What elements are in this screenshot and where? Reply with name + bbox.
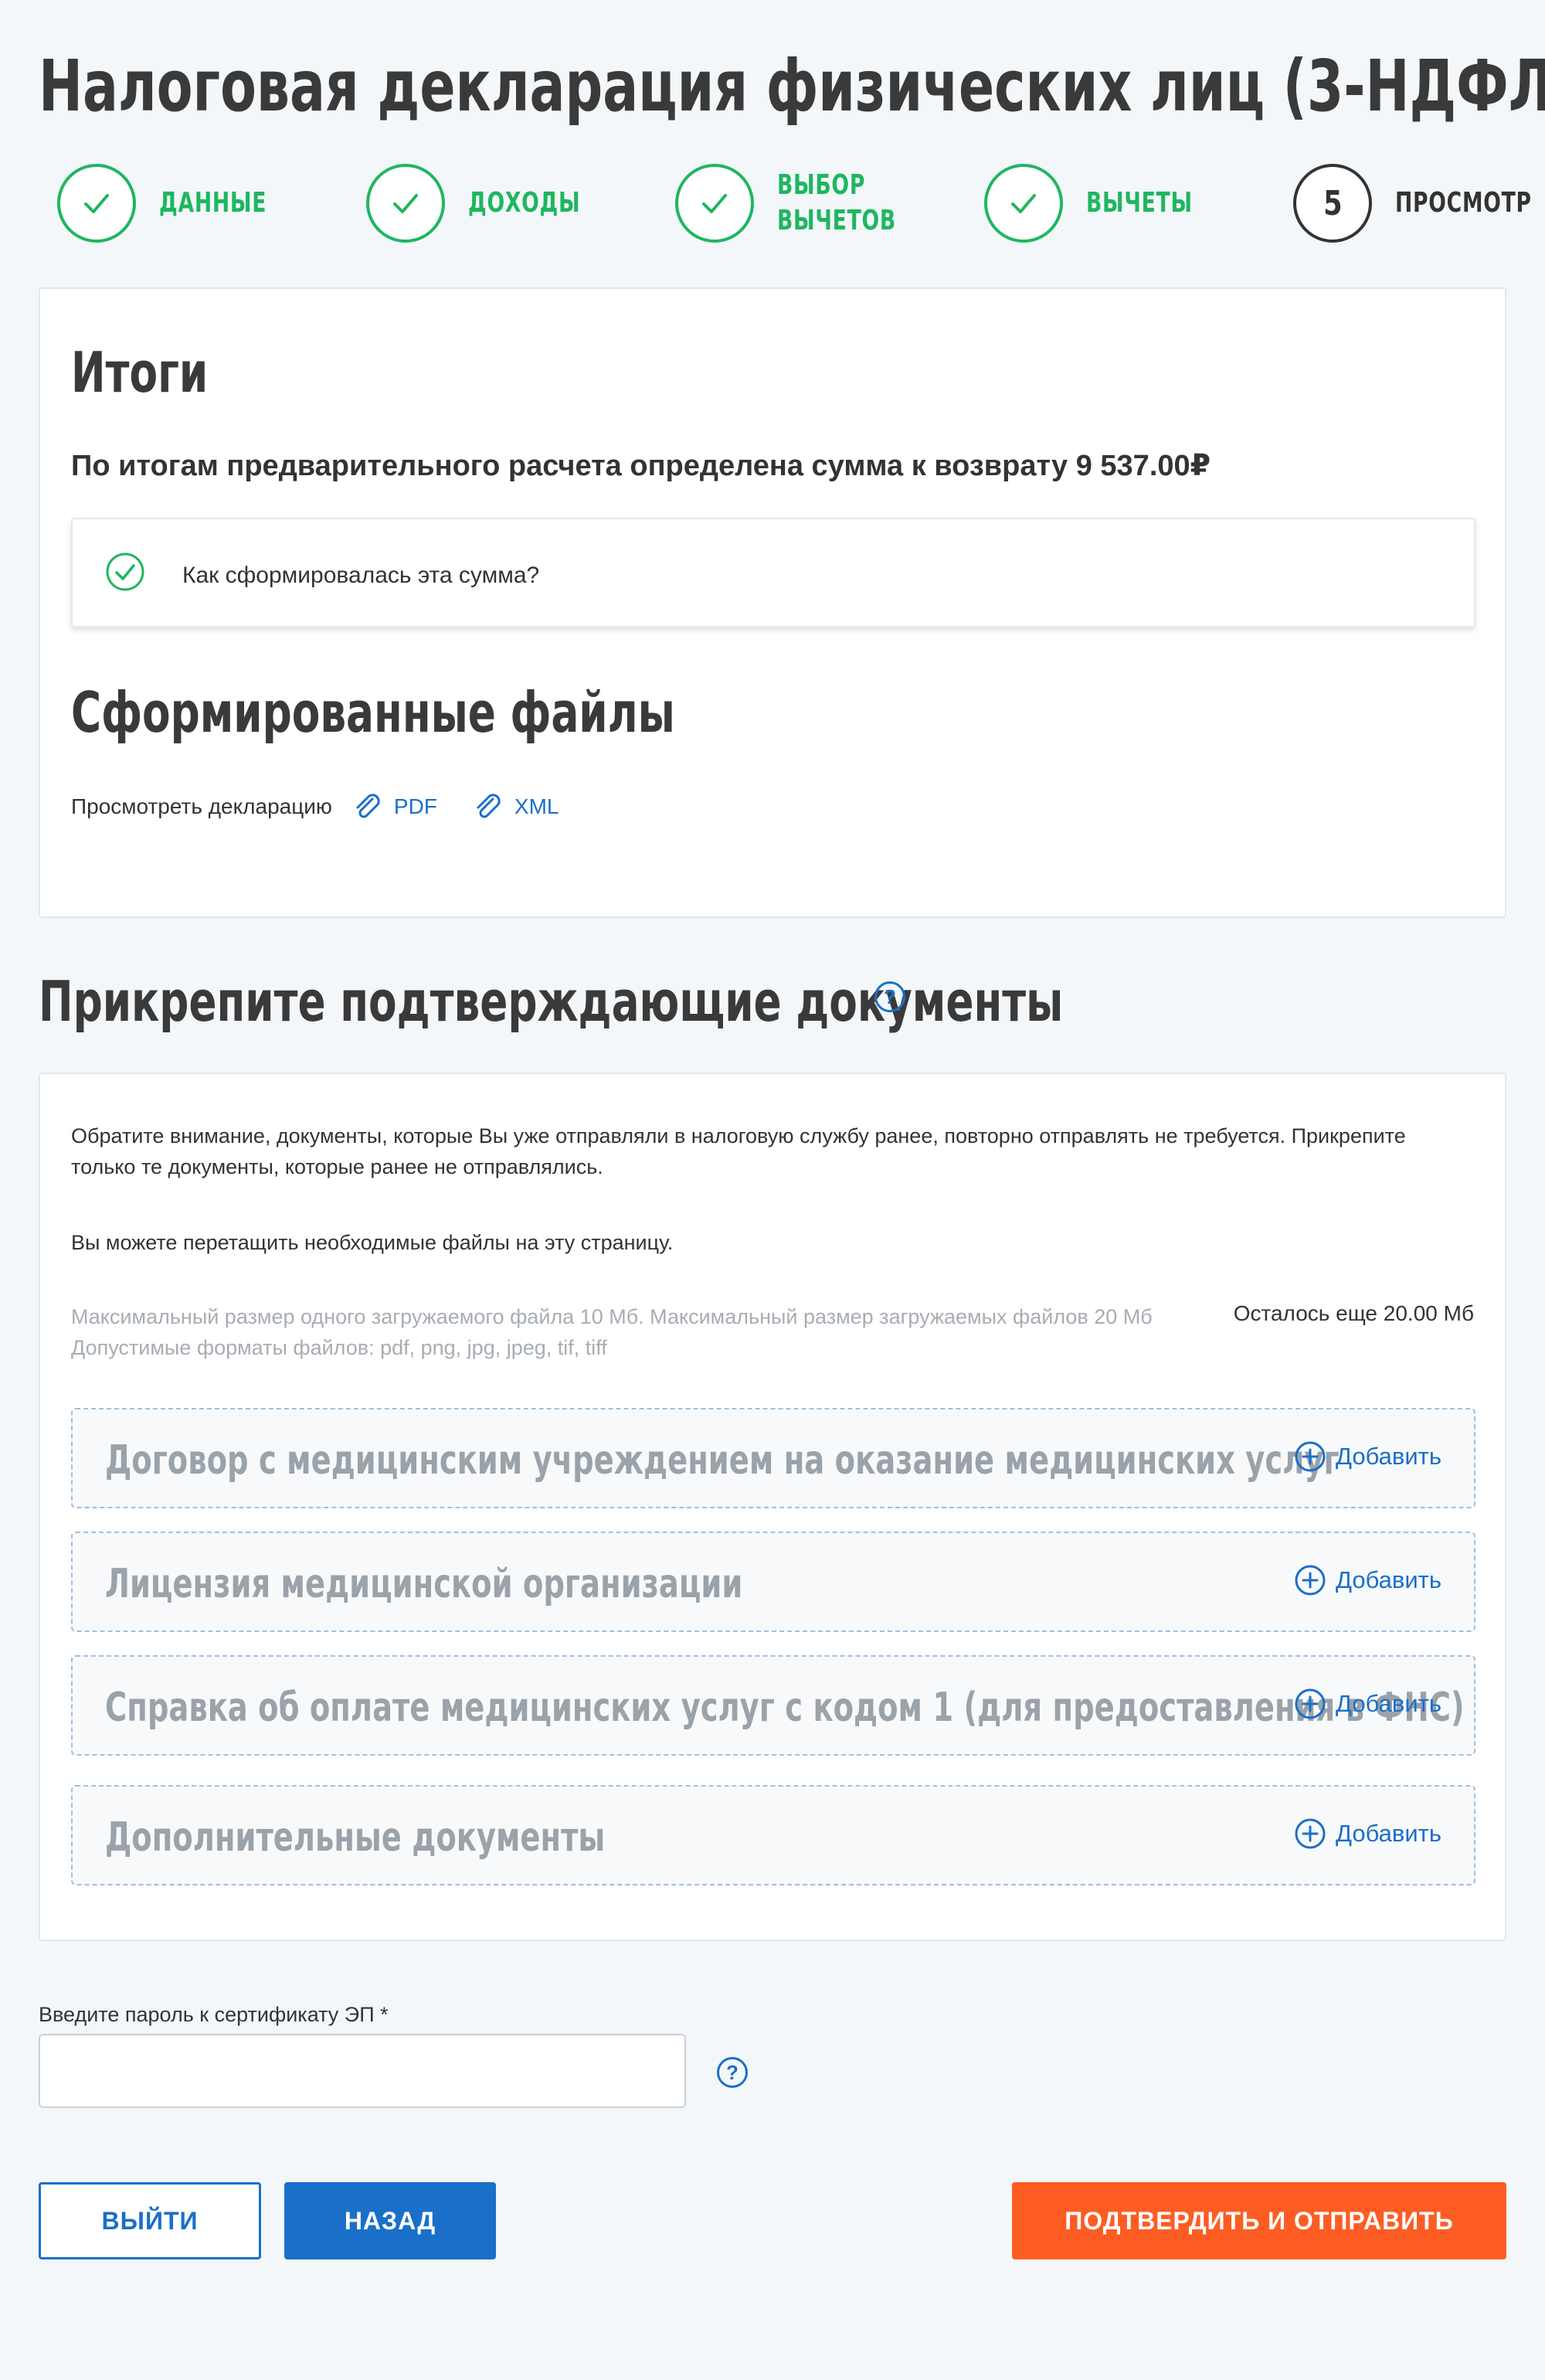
check-icon [366, 164, 445, 243]
password-label: Введите пароль к сертификату ЭП * [39, 2003, 389, 2026]
summary-heading: Итоги [71, 340, 209, 405]
step-label: ДАННЫЕ [159, 187, 267, 219]
files-heading: Сформированные файлы [71, 680, 675, 745]
plus-circle-icon [1295, 1441, 1326, 1472]
doc-row-license: Лицензия медицинской организации Добавит… [71, 1532, 1475, 1632]
pdf-link[interactable]: PDF [352, 793, 437, 821]
step-label: ПРОСМОТР [1395, 187, 1532, 219]
exit-button[interactable]: ВЫЙТИ [39, 2182, 261, 2259]
page-title: Налоговая декларация физических лиц (3-Н… [39, 45, 1545, 128]
step-income[interactable]: ДОХОДЫ [366, 161, 620, 246]
step-deduction-choice[interactable]: ВЫБОР ВЫЧЕТОВ [675, 161, 938, 246]
remaining-quota: Осталось еще 20.00 Мб [1233, 1301, 1474, 1325]
view-declaration-label: Просмотреть декларацию [71, 794, 332, 818]
xml-link[interactable]: XML [473, 793, 559, 821]
refund-summary: По итогам предварительного расчета опред… [71, 450, 1211, 482]
how-calculated-expander[interactable]: Как сформировалась эта сумма? [71, 518, 1475, 627]
plus-circle-icon [1295, 1818, 1326, 1849]
doc-title: Договор с медицинским учреждением на ока… [105, 1437, 1340, 1484]
attach-notice: Обратите внимание, документы, которые Вы… [71, 1124, 1406, 1178]
check-icon [57, 164, 136, 243]
step-deductions[interactable]: ВЫЧЕТЫ [984, 161, 1230, 246]
check-icon [675, 164, 754, 243]
how-calculated-label: Как сформировалась эта сумма? [182, 563, 540, 588]
paperclip-icon [477, 794, 501, 818]
certificate-password-input[interactable] [39, 2034, 686, 2108]
declaration-files: Просмотреть декларацию PDF XML [71, 793, 559, 821]
step-label: ВЫБОР ВЫЧЕТОВ [777, 169, 896, 236]
step-label: ВЫЧЕТЫ [1086, 187, 1193, 219]
doc-row-payment-certificate: Справка об оплате медицинских услуг с ко… [71, 1655, 1475, 1756]
step-label: ДОХОДЫ [468, 187, 581, 219]
check-icon [984, 164, 1063, 243]
help-icon[interactable]: ? [874, 981, 905, 1012]
step-review: 5 ПРОСМОТР [1293, 161, 1545, 246]
add-button[interactable]: Добавить [1294, 1564, 1441, 1596]
step-data[interactable]: ДАННЫЕ [57, 161, 304, 246]
doc-title: Дополнительные документы [105, 1814, 606, 1861]
submit-button[interactable]: ПОДТВЕРДИТЬ И ОТПРАВИТЬ [1012, 2182, 1506, 2259]
drag-note: Вы можете перетащить необходимые файлы н… [71, 1231, 674, 1254]
add-button[interactable]: Добавить [1294, 1688, 1441, 1720]
add-button[interactable]: Добавить [1294, 1440, 1441, 1473]
step-number: 5 [1293, 164, 1372, 243]
help-icon[interactable]: ? [717, 2057, 748, 2088]
paperclip-icon [356, 794, 380, 818]
add-button[interactable]: Добавить [1294, 1817, 1441, 1850]
check-circle-icon [105, 552, 145, 596]
plus-circle-icon [1295, 1688, 1326, 1719]
doc-row-contract: Договор с медицинским учреждением на ока… [71, 1408, 1475, 1508]
attach-heading: Прикрепите подтверждающие документы [39, 969, 1064, 1034]
doc-title: Справка об оплате медицинских услуг с ко… [105, 1685, 1465, 1731]
back-button[interactable]: НАЗАД [284, 2182, 496, 2259]
doc-row-additional: Дополнительные документы Добавить [71, 1785, 1475, 1885]
plus-circle-icon [1295, 1565, 1326, 1596]
file-limits: Максимальный размер одного загружаемого … [71, 1305, 1153, 1359]
doc-title: Лицензия медицинской организации [105, 1561, 743, 1607]
